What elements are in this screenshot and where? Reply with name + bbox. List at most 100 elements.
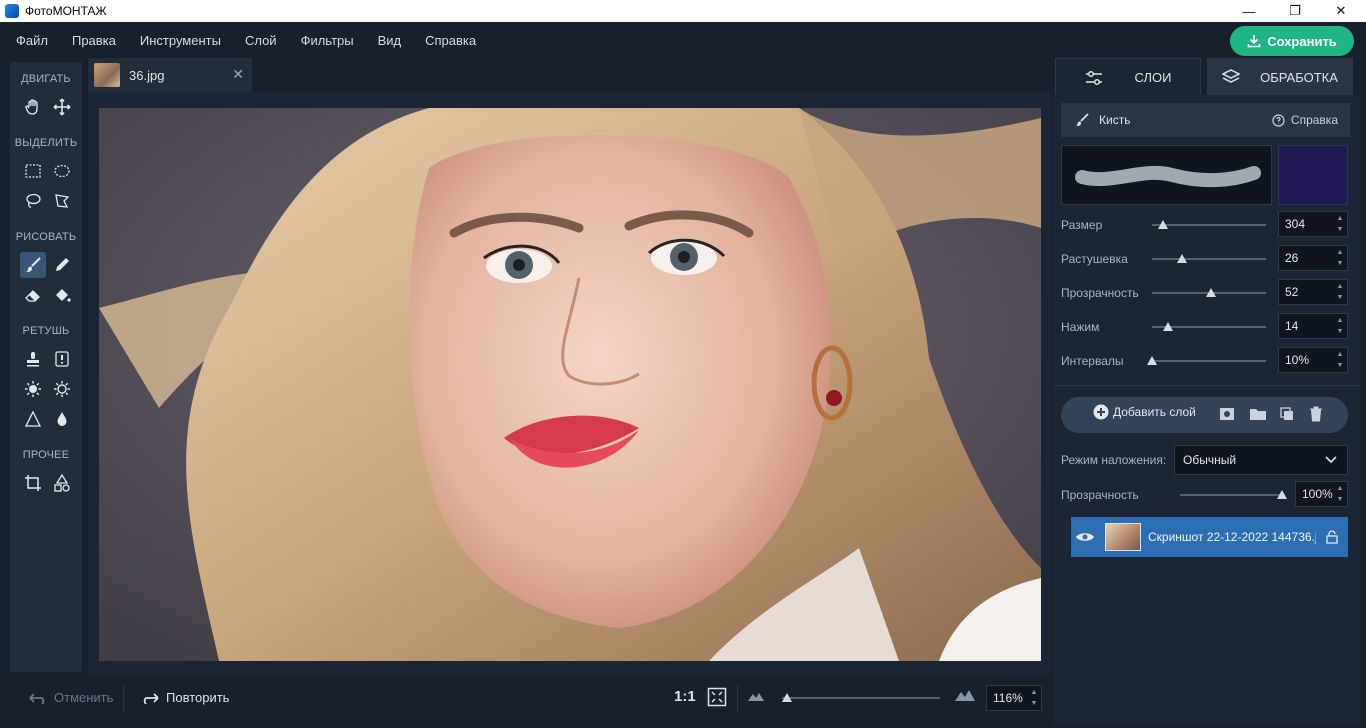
zoom-out-button[interactable]	[747, 690, 765, 705]
tab-layers[interactable]: СЛОИ	[1055, 58, 1201, 96]
blend-mode-select[interactable]: Обычный	[1174, 445, 1348, 475]
blur-tool[interactable]	[49, 406, 75, 432]
layer-opacity-knob[interactable]	[1277, 490, 1287, 499]
menu-layer[interactable]: Слой	[233, 33, 289, 48]
lasso-tool[interactable]	[20, 188, 46, 214]
prop-slider[interactable]	[1152, 322, 1266, 331]
prop-value-input[interactable]: 10% ▲ ▼	[1278, 347, 1348, 373]
eraser-icon	[25, 290, 40, 302]
crop-tool[interactable]	[20, 470, 46, 496]
layers-icon	[1222, 69, 1241, 83]
zoom-slider-knob[interactable]	[781, 693, 792, 702]
darken-tool[interactable]	[49, 376, 75, 402]
prop-slider[interactable]	[1152, 288, 1266, 297]
layer-opacity-input[interactable]: 100% ▲ ▼	[1295, 481, 1348, 507]
prop-slider[interactable]	[1147, 356, 1266, 365]
pencil-tool[interactable]	[49, 252, 75, 278]
folder-icon[interactable]	[1249, 406, 1267, 425]
unlock-icon[interactable]	[1325, 530, 1339, 544]
hand-tool[interactable]	[20, 94, 46, 120]
eye-icon[interactable]	[1075, 531, 1095, 543]
add-layer-button[interactable]: Добавить слой	[1093, 404, 1196, 420]
layer-opacity-slider[interactable]	[1180, 490, 1287, 499]
mask-icon[interactable]	[1219, 406, 1235, 425]
tab-processing-label: ОБРАБОТКА	[1260, 69, 1338, 85]
healing-icon	[55, 351, 69, 367]
healing-tool[interactable]	[49, 346, 75, 372]
pencil-icon	[56, 258, 69, 271]
prop-value-input[interactable]: 26 ▲ ▼	[1278, 245, 1348, 271]
menu-file[interactable]: Файл	[0, 33, 60, 48]
bottom-bar: Отменить Повторить 1:1 116% ▲ ▼	[0, 676, 1053, 720]
prop-spinner[interactable]: ▲ ▼	[1335, 282, 1345, 302]
help-link[interactable]: Справка	[1272, 113, 1338, 127]
zoom-input[interactable]: 116% ▲ ▼	[986, 685, 1042, 711]
undo-button[interactable]: Отменить	[28, 690, 113, 705]
tab-processing[interactable]: ОБРАБОТКА	[1207, 58, 1353, 96]
trash-icon[interactable]	[1309, 406, 1323, 425]
app-title: ФотоМОНТАЖ	[25, 4, 107, 18]
prop-spinner[interactable]: ▲ ▼	[1335, 248, 1345, 268]
actual-size-button[interactable]: 1:1	[674, 688, 696, 705]
prop-slider[interactable]	[1152, 254, 1266, 263]
menu-edit[interactable]: Правка	[60, 33, 128, 48]
prop-slider-knob[interactable]	[1158, 220, 1169, 229]
fit-screen-button[interactable]	[707, 687, 727, 707]
layer-row[interactable]: Скриншот 22-12-2022 144736.jp	[1061, 517, 1348, 557]
prop-slider-knob[interactable]	[1176, 254, 1187, 263]
zoom-spinner[interactable]: ▲ ▼	[1029, 688, 1039, 708]
lasso-icon	[26, 193, 41, 209]
prop-slider-knob[interactable]	[1206, 288, 1217, 297]
zoom-slider[interactable]	[781, 693, 940, 702]
tool-panel: ДВИГАТЬ ВЫДЕЛИТЬ РИСОВАТЬ РЕТУШЬ ПРОЧЕЕ	[10, 62, 82, 672]
menu-view[interactable]: Вид	[366, 33, 414, 48]
add-layer-label: Добавить слой	[1113, 405, 1196, 419]
menu-tools[interactable]: Инструменты	[128, 33, 233, 48]
mountain-large-icon	[955, 690, 975, 701]
maximize-button[interactable]: ❐	[1272, 0, 1318, 22]
brush-tool[interactable]	[20, 252, 46, 278]
layer-opacity-spinner[interactable]: ▲ ▼	[1335, 484, 1345, 504]
document-tab[interactable]: 36.jpg ✕	[88, 58, 252, 92]
zoom-in-button[interactable]	[954, 687, 976, 705]
eraser-tool[interactable]	[20, 282, 46, 308]
redo-button[interactable]: Повторить	[140, 690, 229, 705]
move-tool[interactable]	[49, 94, 75, 120]
drop-icon	[57, 412, 67, 426]
prop-spinner[interactable]: ▲ ▼	[1335, 316, 1345, 336]
ellipse-select-tool[interactable]	[49, 158, 75, 184]
brush-icon	[26, 257, 41, 272]
canvas-area[interactable]	[88, 92, 1051, 675]
prop-slider-knob[interactable]	[1147, 356, 1157, 365]
rect-select-tool[interactable]	[20, 158, 46, 184]
polygon-lasso-tool[interactable]	[49, 188, 75, 214]
stamp-tool[interactable]	[20, 346, 46, 372]
sun-outline-icon	[54, 381, 70, 397]
document-thumbnail	[94, 63, 120, 87]
prop-value-input[interactable]: 304 ▲ ▼	[1278, 211, 1348, 237]
sun-filled-icon	[25, 381, 41, 397]
sharpen-tool[interactable]	[20, 406, 46, 432]
close-tab-icon[interactable]: ✕	[232, 66, 244, 83]
brush-color-swatch[interactable]	[1278, 145, 1348, 205]
lighten-tool[interactable]	[20, 376, 46, 402]
menu-help[interactable]: Справка	[413, 33, 488, 48]
section-select: ВЫДЕЛИТЬ	[14, 137, 78, 149]
prop-slider[interactable]	[1152, 220, 1266, 229]
photo-canvas[interactable]	[99, 108, 1041, 661]
prop-spinner[interactable]: ▲ ▼	[1335, 350, 1345, 370]
close-window-button[interactable]: ✕	[1318, 0, 1364, 22]
duplicate-icon[interactable]	[1279, 406, 1295, 425]
menu-filters[interactable]: Фильтры	[289, 33, 366, 48]
redo-label: Повторить	[166, 690, 230, 705]
minimize-button[interactable]: —	[1226, 0, 1272, 22]
fill-tool[interactable]	[49, 282, 75, 308]
prop-slider-knob[interactable]	[1162, 322, 1173, 331]
prop-spinner[interactable]: ▲ ▼	[1335, 214, 1345, 234]
prop-value-input[interactable]: 14 ▲ ▼	[1278, 313, 1348, 339]
prop-value-input[interactable]: 52 ▲ ▼	[1278, 279, 1348, 305]
prop-label: Прозрачность	[1061, 286, 1139, 300]
save-button[interactable]: Сохранить	[1230, 26, 1354, 56]
shapes-tool[interactable]	[49, 470, 75, 496]
right-panel: Кисть Справка Размер 304 ▲ ▼ Растушевка 26 ▲ ▼ П…	[1053, 95, 1360, 725]
